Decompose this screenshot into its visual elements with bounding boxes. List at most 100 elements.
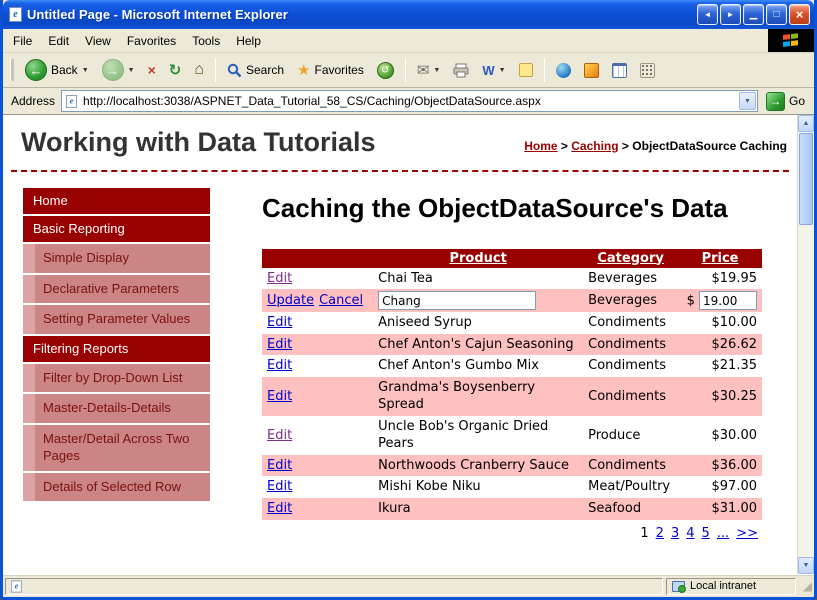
grid-tool-button[interactable] [635, 61, 660, 80]
notes-button[interactable] [514, 61, 538, 79]
pager-page-5[interactable]: 5 [702, 526, 710, 541]
price-textbox[interactable] [699, 291, 757, 310]
pager-ellipsis[interactable]: ... [717, 526, 729, 541]
sidebar-item-master-detail-across-two-pages[interactable]: Master/Detail Across Two Pages [23, 425, 210, 471]
favorites-button[interactable]: ★ Favorites [292, 61, 369, 80]
pager-page-4[interactable]: 4 [686, 526, 694, 541]
edit-word-button[interactable]: W ▼ [477, 62, 510, 79]
address-url[interactable]: http://localhost:3038/ASPNET_Data_Tutori… [83, 94, 733, 108]
status-bar: e Local intranet ◢ [3, 574, 814, 597]
category-cell: Condiments [583, 455, 678, 477]
edit-link[interactable]: Edit [267, 358, 292, 373]
sidebar-section-basic-reporting[interactable]: Basic Reporting [23, 216, 210, 242]
mail-button[interactable]: ✉ ▼ [412, 61, 446, 80]
sidebar-item-setting-parameter-values[interactable]: Setting Parameter Values [23, 305, 210, 334]
pager-page-3[interactable]: 3 [671, 526, 679, 541]
price-cell: $30.25 [678, 377, 762, 416]
titlebar-extra-button-right[interactable]: ► [720, 4, 741, 25]
vertical-scrollbar[interactable]: ▲ ▼ [797, 115, 814, 574]
history-button[interactable]: ↺ [372, 60, 399, 81]
category-cell: Condiments [583, 312, 678, 334]
products-grid: ProductCategoryPrice EditChai TeaBeverag… [262, 249, 762, 545]
edit-link[interactable]: Edit [267, 315, 292, 330]
breadcrumb-link-home[interactable]: Home [524, 139, 557, 153]
grid-row: EditChef Anton's Cajun SeasoningCondimen… [262, 334, 762, 356]
command-cell: Edit [262, 312, 373, 334]
sidebar-item-indent [23, 244, 35, 273]
pager-next[interactable]: >> [736, 526, 758, 541]
titlebar-extra-button-left[interactable]: ◄ [697, 4, 718, 25]
sort-link-price[interactable]: Price [702, 251, 739, 266]
menu-view[interactable]: View [77, 31, 119, 51]
page-title: Caching the ObjectDataSource's Data [262, 192, 742, 225]
menu-help[interactable]: Help [228, 31, 269, 51]
grid-row: EditUncle Bob's Organic Dried PearsProdu… [262, 416, 762, 455]
grid-header-category: Category [583, 249, 678, 268]
grid-row: EditChef Anton's Gumbo MixCondiments$21.… [262, 355, 762, 377]
mail-dropdown-icon[interactable]: ▼ [433, 67, 440, 74]
history-icon: ↺ [377, 62, 394, 79]
address-field[interactable]: e http://localhost:3038/ASPNET_Data_Tuto… [61, 90, 758, 112]
scrollbar-track[interactable] [798, 226, 814, 557]
menu-file[interactable]: File [5, 31, 40, 51]
product-textbox[interactable] [378, 291, 536, 310]
sidebar-item-details-of-selected-row[interactable]: Details of Selected Row [23, 473, 210, 502]
sidebar-item-master-details-details[interactable]: Master-Details-Details [23, 394, 210, 423]
research-button[interactable] [607, 61, 632, 80]
edit-link[interactable]: Edit [267, 458, 292, 473]
edit-link[interactable]: Edit [267, 428, 292, 443]
edit-link[interactable]: Edit [267, 337, 292, 352]
minimize-button[interactable]: ▁ [743, 4, 764, 25]
edit-link[interactable]: Edit [267, 479, 292, 494]
maximize-button[interactable]: □ [766, 4, 787, 25]
toolbar-grip[interactable] [10, 59, 14, 81]
update-link[interactable]: Update [267, 293, 314, 308]
messenger-button[interactable] [551, 61, 576, 80]
category-cell: Meat/Poultry [583, 476, 678, 498]
sidebar-section-filtering-reports[interactable]: Filtering Reports [23, 336, 210, 362]
sidebar-item-label: Setting Parameter Values [35, 305, 210, 334]
edit-link[interactable]: Edit [267, 501, 292, 516]
address-bar: Address e http://localhost:3038/ASPNET_D… [3, 88, 814, 115]
menu-edit[interactable]: Edit [40, 31, 77, 51]
menu-items: FileEditViewFavoritesToolsHelp [3, 29, 269, 52]
toolbar-separator [215, 58, 216, 82]
close-button[interactable]: × [789, 4, 810, 25]
sort-link-category[interactable]: Category [597, 251, 663, 266]
back-button[interactable]: ← Back ▼ [20, 57, 94, 83]
refresh-button[interactable]: ↻ [164, 61, 187, 80]
grid-row: EditIkuraSeafood$31.00 [262, 498, 762, 520]
edit-link[interactable]: Edit [267, 271, 292, 286]
forward-button[interactable]: → ▼ [97, 57, 140, 83]
quick-tool-button[interactable] [579, 61, 604, 80]
price-cell: $26.62 [678, 334, 762, 356]
breadcrumb-link-caching[interactable]: Caching [571, 139, 618, 153]
scrollbar-thumb[interactable] [799, 133, 813, 225]
sidebar-item-simple-display[interactable]: Simple Display [23, 244, 210, 273]
home-button[interactable]: ⌂ [189, 60, 209, 80]
menu-tools[interactable]: Tools [184, 31, 228, 51]
titlebar[interactable]: e Untitled Page - Microsoft Internet Exp… [3, 0, 814, 29]
resize-grip[interactable]: ◢ [796, 580, 812, 592]
address-dropdown-button[interactable]: ▼ [739, 92, 756, 110]
pager-page-2[interactable]: 2 [656, 526, 664, 541]
sidebar-item-declarative-parameters[interactable]: Declarative Parameters [23, 275, 210, 304]
search-button[interactable]: Search [222, 61, 289, 80]
sidebar-item-filter-by-drop-down-list[interactable]: Filter by Drop-Down List [23, 364, 210, 393]
back-dropdown-icon[interactable]: ▼ [82, 67, 89, 74]
sidebar-section-home[interactable]: Home [23, 188, 210, 214]
go-button[interactable]: → Go [764, 92, 811, 111]
sidebar-item-label: Filter by Drop-Down List [35, 364, 210, 393]
print-button[interactable] [448, 61, 474, 80]
edit-link[interactable]: Edit [267, 389, 292, 404]
scroll-down-button[interactable]: ▼ [798, 557, 814, 574]
forward-dropdown-icon[interactable]: ▼ [128, 67, 135, 74]
stop-button[interactable]: × [143, 61, 161, 79]
cancel-link[interactable]: Cancel [319, 293, 363, 308]
ie-page-icon: e [9, 7, 22, 22]
edit-dropdown-icon[interactable]: ▼ [499, 67, 506, 74]
sort-link-product[interactable]: Product [449, 251, 506, 266]
menu-favorites[interactable]: Favorites [119, 31, 184, 51]
category-cell: Produce [583, 416, 678, 455]
scroll-up-button[interactable]: ▲ [798, 115, 814, 132]
